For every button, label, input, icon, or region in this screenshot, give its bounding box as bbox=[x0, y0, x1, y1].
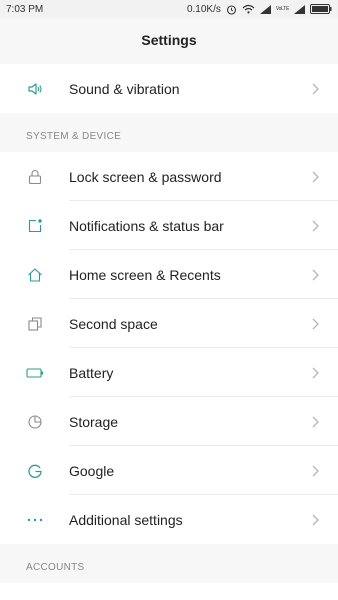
settings-item-storage[interactable]: Storage bbox=[0, 397, 338, 446]
chevron-right-icon bbox=[312, 416, 319, 427]
network-speed: 0.10K/s bbox=[186, 3, 221, 15]
second-space-icon bbox=[26, 315, 44, 333]
home-icon bbox=[26, 266, 44, 284]
settings-item-notifications[interactable]: Notifications & status bar bbox=[0, 201, 338, 250]
chevron-right-icon bbox=[312, 83, 319, 94]
chevron-right-icon bbox=[312, 269, 319, 280]
signal-icon-1 bbox=[259, 4, 271, 14]
battery-status-icon bbox=[310, 4, 332, 14]
more-dots-icon bbox=[26, 511, 44, 529]
lock-icon bbox=[26, 168, 44, 186]
settings-item-label: Sound & vibration bbox=[69, 80, 180, 97]
settings-item-label: Notifications & status bar bbox=[69, 217, 224, 234]
page-title: Settings bbox=[0, 18, 338, 62]
settings-item-google[interactable]: Google bbox=[0, 446, 338, 495]
settings-item-label: Additional settings bbox=[69, 511, 183, 528]
accounts-group bbox=[0, 583, 338, 600]
settings-item-label: Second space bbox=[69, 315, 158, 332]
alarm-icon bbox=[226, 4, 237, 15]
settings-item-additional-settings[interactable]: Additional settings bbox=[0, 495, 338, 544]
chevron-right-icon bbox=[312, 367, 319, 378]
google-g-icon bbox=[26, 462, 44, 480]
status-time: 7:03 PM bbox=[6, 3, 44, 15]
section-header-accounts: ACCOUNTS bbox=[26, 561, 85, 573]
notification-icon bbox=[26, 217, 44, 235]
settings-item-label: Google bbox=[69, 462, 115, 479]
status-bar: 7:03 PM 0.10K/s VoLTE bbox=[0, 0, 338, 18]
chevron-right-icon bbox=[312, 171, 319, 182]
chevron-right-icon bbox=[312, 220, 319, 231]
settings-item-battery[interactable]: Battery bbox=[0, 348, 338, 397]
wifi-icon bbox=[242, 4, 255, 14]
system-device-group: Lock screen & password Notifications & s… bbox=[0, 152, 338, 544]
signal-icon-2 bbox=[294, 4, 305, 14]
chevron-right-icon bbox=[312, 318, 319, 329]
settings-item-label: Home screen & Recents bbox=[69, 266, 221, 283]
status-icons: 0.10K/s VoLTE bbox=[187, 4, 332, 15]
settings-item-label: Lock screen & password bbox=[69, 168, 222, 185]
settings-item-sound-vibration[interactable]: Sound & vibration bbox=[0, 64, 338, 113]
settings-item-second-space[interactable]: Second space bbox=[0, 299, 338, 348]
chevron-right-icon bbox=[312, 465, 319, 476]
speaker-icon bbox=[26, 80, 44, 98]
settings-item-home-screen[interactable]: Home screen & Recents bbox=[0, 250, 338, 299]
battery-icon bbox=[26, 364, 44, 382]
top-settings-group: Sound & vibration bbox=[0, 64, 338, 113]
volte-badge: VoLTE bbox=[275, 5, 289, 12]
storage-pie-icon bbox=[26, 413, 44, 431]
section-header-system-device: SYSTEM & DEVICE bbox=[26, 130, 122, 142]
settings-item-lock-screen[interactable]: Lock screen & password bbox=[0, 152, 338, 201]
chevron-right-icon bbox=[312, 514, 319, 525]
settings-item-label: Battery bbox=[69, 364, 114, 381]
settings-item-label: Storage bbox=[69, 413, 119, 430]
